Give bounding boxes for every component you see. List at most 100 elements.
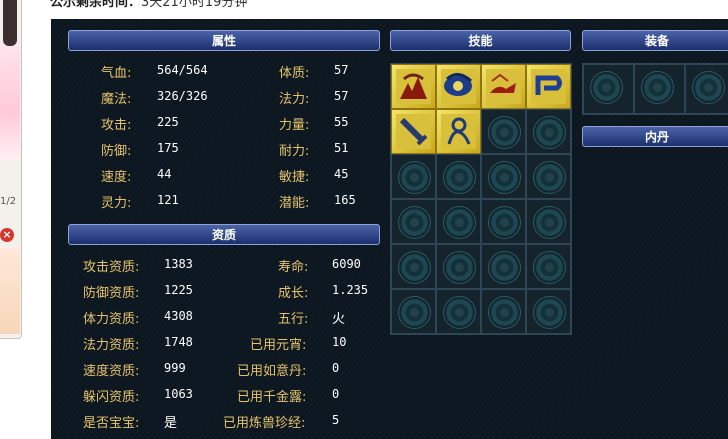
empty-slot (526, 244, 571, 289)
attr-value: 165 (334, 193, 356, 207)
aptitude-value: 999 (164, 361, 186, 375)
empty-slot (526, 199, 571, 244)
equipment-header: 装备 (582, 30, 728, 51)
attr-label: 体质: (279, 66, 310, 81)
skill-slot[interactable] (391, 109, 436, 154)
aptitude-label: 已用炼兽珍经: (223, 416, 306, 431)
attr-value: 57 (334, 89, 349, 103)
attr-label: 攻击: (101, 118, 132, 133)
aptitude-value: 1383 (164, 257, 193, 271)
sidebar-image (0, 40, 20, 160)
close-icon[interactable]: × (0, 228, 14, 242)
attr-label: 速度: (101, 170, 132, 185)
attr-value: 326/326 (157, 89, 208, 103)
attr-label: 法力: (279, 92, 310, 107)
skill-slot[interactable] (481, 64, 526, 109)
empty-slot (436, 244, 481, 289)
aptitude-value: 1.235 (332, 283, 369, 297)
sidebar-counter: 1/2 (0, 196, 17, 207)
attr-value: 57 (334, 63, 349, 77)
notice-value: 3天21小时19分钟 (141, 0, 248, 10)
attr-value: 225 (157, 115, 179, 129)
notice-line: 公示剩余时间：3天21小时19分钟 (50, 0, 247, 12)
skill-slot[interactable] (436, 64, 481, 109)
skill-slot[interactable] (526, 64, 571, 109)
aptitude-value: 4308 (164, 309, 193, 323)
aptitude-value: 6090 (332, 257, 361, 271)
aptitude-label: 已用如意丹: (237, 364, 307, 379)
aptitude-label: 躲闪资质: (83, 390, 140, 405)
skill-slot[interactable] (391, 64, 436, 109)
attr-value: 55 (334, 115, 349, 129)
aptitude-label: 法力资质: (83, 338, 140, 353)
skills-header: 技能 (390, 30, 571, 51)
attributes-header: 属性 (68, 30, 380, 51)
attr-label: 灵力: (101, 196, 132, 211)
empty-slot (526, 109, 571, 154)
neidan-header: 内丹 (582, 126, 728, 147)
aptitude-header: 资质 (68, 224, 380, 245)
aptitude-label: 已用元宵: (250, 338, 307, 353)
attr-label: 潜能: (279, 196, 310, 211)
empty-slot (436, 199, 481, 244)
attr-value: 51 (334, 141, 349, 155)
attr-label: 耐力: (279, 144, 310, 159)
sidebar-thumbnail[interactable] (0, 248, 20, 334)
empty-slot (436, 154, 481, 199)
empty-slot (481, 109, 526, 154)
equipment-grid (582, 63, 728, 115)
attr-label: 敏捷: (279, 170, 310, 185)
attr-label: 力量: (279, 118, 310, 133)
aptitude-label: 寿命: (278, 260, 309, 275)
attr-value: 121 (157, 193, 179, 207)
aptitude-value: 10 (332, 335, 347, 349)
aptitude-value: 0 (332, 387, 340, 401)
empty-slot (391, 244, 436, 289)
aptitude-value: 是 (164, 416, 178, 431)
equipment-slot[interactable] (685, 64, 728, 114)
aptitude-label: 五行: (278, 312, 309, 327)
empty-slot (481, 244, 526, 289)
aptitude-label: 防御资质: (83, 286, 140, 301)
aptitude-label: 速度资质: (83, 364, 140, 379)
attr-label: 气血: (101, 66, 132, 81)
eye-skill-icon (441, 69, 476, 104)
aptitude-value: 1748 (164, 335, 193, 349)
attr-value: 175 (157, 141, 179, 155)
beast-skill-icon (486, 69, 521, 104)
empty-slot (391, 199, 436, 244)
fire-skill-icon (396, 69, 431, 104)
aptitude-value: 0 (332, 361, 340, 375)
empty-slot (526, 154, 571, 199)
empty-slot (436, 289, 481, 334)
sidebar-avatar (3, 0, 17, 46)
attr-value: 44 (157, 167, 172, 181)
empty-slot (526, 289, 571, 334)
sword-skill-icon (396, 114, 431, 149)
notice-label: 公示剩余时间： (50, 0, 142, 10)
aptitude-label: 是否宝宝: (83, 416, 140, 431)
attr-label: 防御: (101, 144, 132, 159)
aptitude-value: 1225 (164, 283, 193, 297)
spirit-skill-icon (441, 114, 476, 149)
aptitude-label: 攻击资质: (83, 260, 140, 275)
attr-value: 45 (334, 167, 349, 181)
aptitude-value: 1063 (164, 387, 193, 401)
equipment-slot[interactable] (583, 64, 634, 114)
empty-slot (391, 289, 436, 334)
aptitude-label: 体力资质: (83, 312, 140, 327)
skill-slot[interactable] (436, 109, 481, 154)
pet-detail-panel: 属性 技能 装备 内丹 资质 气血: 564/564 魔法: 326/326 攻… (51, 19, 728, 439)
empty-slot (481, 199, 526, 244)
aptitude-label: 已用千金露: (237, 390, 307, 405)
empty-slot (481, 289, 526, 334)
skills-grid (390, 63, 572, 335)
attr-value: 564/564 (157, 63, 208, 77)
empty-slot (391, 154, 436, 199)
empty-slot (481, 154, 526, 199)
attr-label: 魔法: (101, 92, 132, 107)
equipment-slot[interactable] (634, 64, 685, 114)
aptitude-value: 5 (332, 413, 340, 427)
sidebar-sliver: 1/2 × (0, 0, 22, 339)
aptitude-value: 火 (332, 312, 346, 327)
